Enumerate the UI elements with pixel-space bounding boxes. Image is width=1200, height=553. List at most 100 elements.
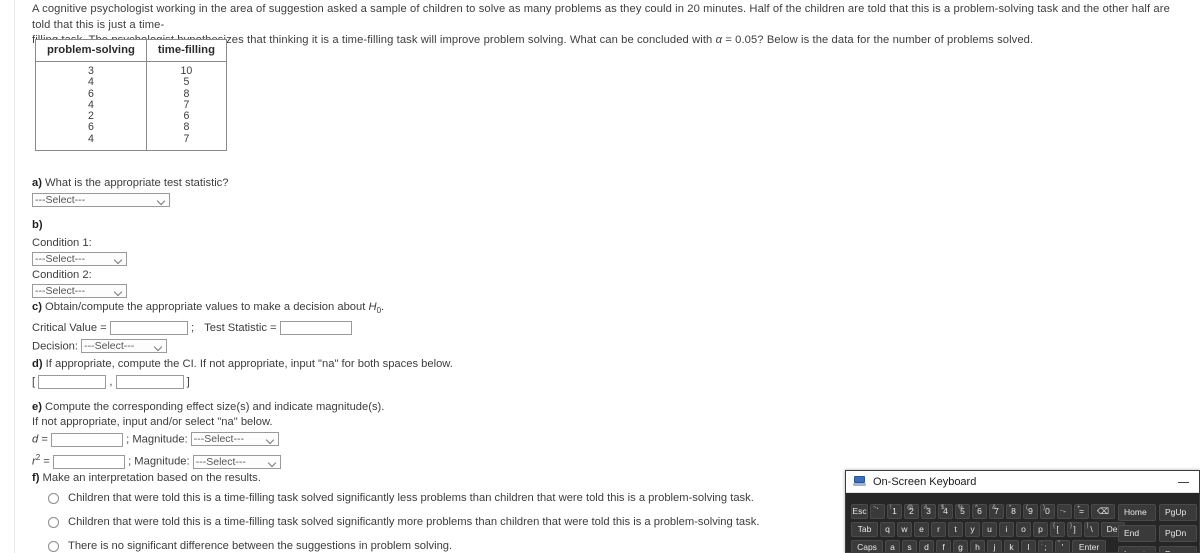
osk-key-tab[interactable]: Tab (851, 522, 878, 537)
osk-key-p[interactable]: p (1033, 522, 1048, 537)
osk-key-4[interactable]: $4 (938, 504, 953, 519)
osk-key-i[interactable]: i (999, 522, 1014, 537)
osk-key-label: ' (1061, 542, 1064, 552)
osk-key-label: q (885, 524, 890, 534)
osk-key-esc[interactable]: Esc (851, 504, 868, 519)
osk-key-l[interactable]: l (1021, 540, 1036, 552)
cohens-d-magnitude-select-wrapper[interactable]: ---Select--- (190, 432, 279, 447)
osk-key-a[interactable]: a (885, 540, 900, 552)
minimize-icon[interactable] (1178, 476, 1189, 487)
osk-key-f[interactable]: f (936, 540, 951, 552)
on-screen-keyboard-window[interactable]: On-Screen Keyboard Esc ~ `! 1 @2 #3 $4% 5 ^ 6 & 7 * 8… (845, 470, 1200, 553)
osk-key-g[interactable]: g (953, 540, 968, 552)
interpretation-option-2[interactable]: Children that were told this is a time-f… (48, 516, 812, 529)
cohens-d-input[interactable] (51, 432, 123, 447)
osk-key-h[interactable]: h (970, 540, 985, 552)
cohens-d-magnitude-label: ; Magnitude: (126, 433, 188, 446)
r-squared-input[interactable] (52, 455, 125, 470)
condition-1-select[interactable]: ---Select--- (32, 252, 127, 266)
osk-key-w[interactable]: w (897, 522, 912, 537)
radio-button-icon[interactable] (48, 541, 59, 552)
osk-key-pause[interactable]: Pause (1159, 546, 1197, 552)
cell-time-filling: 10 (145, 61, 227, 78)
osk-key-sym[interactable]: }] (1067, 522, 1082, 537)
interpretation-option-3[interactable]: There is no significant difference betwe… (48, 540, 812, 553)
test-statistic-input[interactable] (279, 321, 352, 336)
osk-title-bar[interactable]: On-Screen Keyboard (846, 471, 1199, 493)
osk-key-7[interactable]: & 7 (989, 504, 1004, 519)
test-statistic-select-wrapper[interactable]: ---Select--- (32, 193, 170, 207)
osk-key-label: 1 (892, 506, 897, 516)
bracket-close: ] (186, 376, 190, 388)
osk-key-8[interactable]: * 8 (1006, 504, 1021, 519)
osk-key-6[interactable]: ^ 6 (972, 504, 987, 519)
osk-key-9[interactable]: (9 (1023, 504, 1038, 519)
osk-key-q[interactable]: q (880, 522, 895, 537)
r-squared-magnitude-select[interactable]: ---Select--- (192, 454, 281, 469)
osk-key-label: t (954, 524, 957, 534)
osk-key-5[interactable]: % 5 (955, 504, 970, 519)
radio-button-icon[interactable] (48, 493, 59, 504)
osk-key-label: p (1038, 524, 1043, 534)
cohens-d-magnitude-select[interactable]: ---Select--- (190, 432, 279, 447)
test-statistic-select[interactable]: ---Select--- (32, 193, 170, 207)
osk-key-insert[interactable]: Insert (1118, 546, 1156, 552)
decision-select[interactable]: ---Select--- (81, 339, 168, 354)
r-squared-magnitude-select-wrapper[interactable]: ---Select--- (192, 454, 281, 470)
osk-key-label: g (958, 542, 963, 552)
osk-key-sym[interactable]: :; (1038, 540, 1053, 552)
critical-value-input[interactable] (109, 321, 188, 336)
osk-key-3[interactable]: #3 (921, 504, 936, 519)
osk-key-y[interactable]: y (965, 522, 980, 537)
osk-key-label: ] (1073, 524, 1076, 534)
osk-key-s[interactable]: s (902, 540, 917, 552)
osk-key-label: s (907, 542, 912, 552)
osk-key-pgup[interactable]: PgUp (1159, 504, 1197, 521)
osk-key-e[interactable]: e (914, 522, 929, 537)
osk-key-k[interactable]: k (1004, 540, 1019, 552)
osk-key-t[interactable]: t (948, 522, 963, 537)
osk-nav-row: End PgDn (1118, 525, 1198, 542)
osk-key-sym[interactable]: _ - (1057, 504, 1072, 519)
osk-key-label: j (993, 542, 996, 552)
osk-key-sym[interactable]: + = (1074, 504, 1089, 519)
ci-upper-input[interactable] (115, 375, 184, 390)
osk-key-label: Tab (857, 524, 872, 534)
condition-1-select-wrapper[interactable]: ---Select--- (32, 252, 127, 266)
osk-key-pgdn[interactable]: PgDn (1159, 525, 1197, 542)
condition-2-select-wrapper[interactable]: ---Select--- (32, 284, 127, 298)
r-squared-magnitude-label: ; Magnitude: (128, 456, 190, 469)
osk-key-r[interactable]: r (931, 522, 946, 537)
osk-key-2[interactable]: @2 (904, 504, 919, 519)
interpretation-option-1[interactable]: Children that were told this is a time-f… (48, 492, 812, 505)
osk-key-end[interactable]: End (1118, 525, 1156, 542)
osk-key-home[interactable]: Home (1118, 504, 1156, 521)
osk-key-j[interactable]: j (987, 540, 1002, 552)
osk-key-sym[interactable]: " ' (1055, 540, 1070, 552)
osk-key-sym[interactable]: {[ (1050, 522, 1065, 537)
osk-key-shift-label: % (958, 505, 964, 511)
condition-2-select[interactable]: ---Select--- (32, 284, 127, 298)
separator-semicolon: ; (190, 322, 195, 335)
osk-key-label: ⌫ (1096, 506, 1110, 516)
question-e-letter: e) (32, 401, 42, 413)
condition-1-control-row: ---Select--- (32, 252, 127, 266)
osk-key-enter[interactable]: Enter (1072, 540, 1106, 552)
question-a-body: What is the appropriate test statistic? (41, 177, 229, 189)
osk-key-caps[interactable]: Caps (851, 540, 883, 552)
table-row: 68 (36, 88, 227, 100)
osk-key-1[interactable]: ! 1 (887, 504, 902, 519)
decision-label: Decision: (32, 340, 79, 353)
decision-select-wrapper[interactable]: ---Select--- (81, 339, 168, 354)
osk-key-sym[interactable]: | \ (1084, 522, 1099, 537)
ci-lower-input[interactable] (38, 375, 107, 390)
osk-key-d[interactable]: d (919, 540, 934, 552)
osk-key-sym[interactable]: ⌫ (1091, 504, 1115, 519)
osk-key-o[interactable]: o (1016, 522, 1031, 537)
osk-key-0[interactable]: ) 0 (1040, 504, 1055, 519)
osk-key-u[interactable]: u (982, 522, 997, 537)
osk-nav-row: InsertPause (1118, 546, 1198, 552)
radio-button-icon[interactable] (48, 517, 59, 528)
osk-key-label: \ (1090, 524, 1093, 534)
osk-key-sym[interactable]: ~ ` (870, 504, 885, 519)
